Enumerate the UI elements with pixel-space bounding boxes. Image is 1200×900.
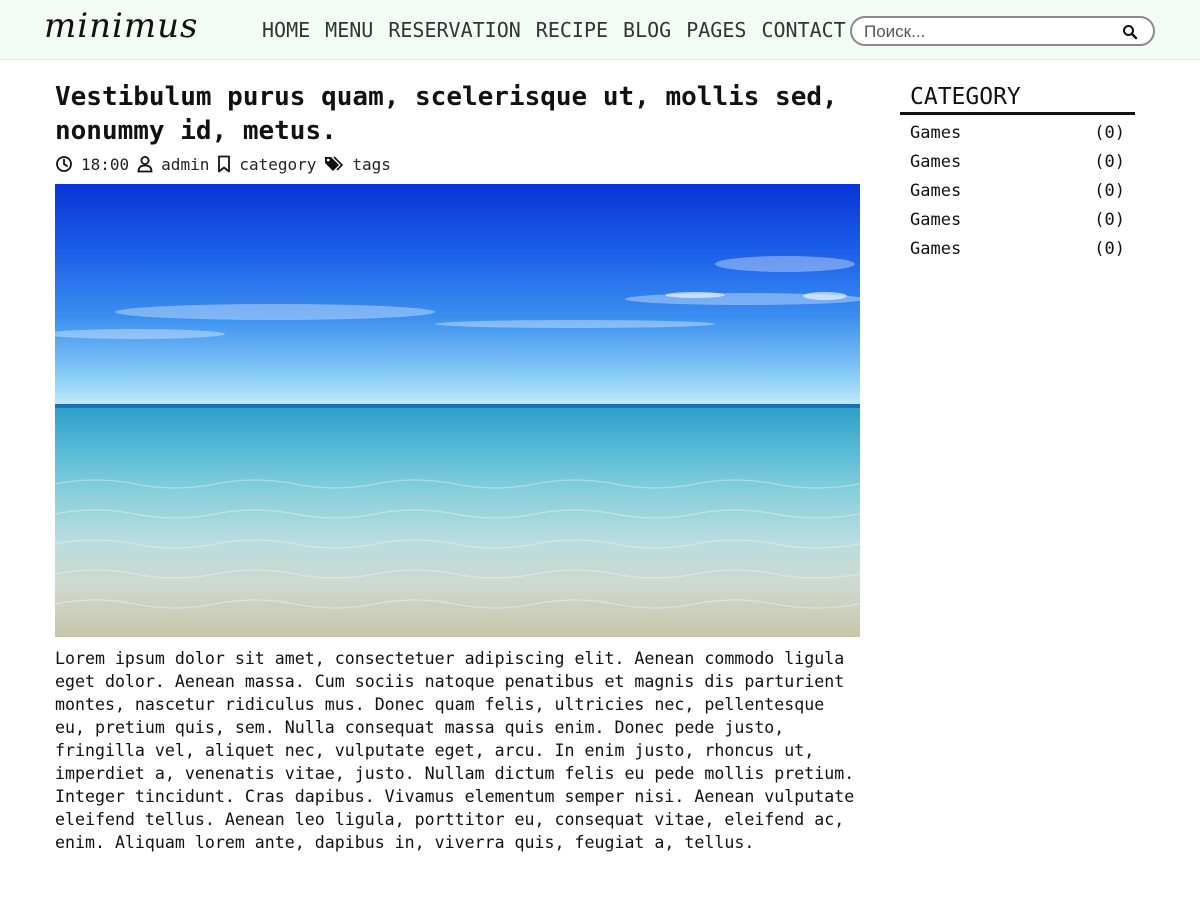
nav-item-recipe[interactable]: RECIPE: [536, 17, 608, 43]
nav-item-reservation[interactable]: RESERVATION: [388, 17, 520, 43]
beach-sea-photo: [55, 256, 860, 609]
sidebar-title: CATEGORY: [910, 84, 1021, 110]
meta-category[interactable]: category: [217, 155, 316, 174]
category-count: (0): [1094, 181, 1125, 201]
meta-time: 18:00: [55, 155, 129, 174]
post-body: Lorem ipsum dolor sit amet, consectetuer…: [55, 649, 855, 852]
category-count: (0): [1094, 210, 1125, 230]
category-count: (0): [1094, 152, 1125, 172]
post-title: Vestibulum purus quam, scelerisque ut, m…: [55, 82, 838, 146]
category-name: Games: [910, 152, 962, 172]
nav-item-home[interactable]: HOME: [262, 17, 310, 43]
sidebar-divider: [900, 112, 1135, 115]
meta-tags[interactable]: tags: [324, 155, 391, 174]
category-item[interactable]: Games (0): [910, 236, 1125, 265]
category-item[interactable]: Games (0): [910, 207, 1125, 236]
meta-tags-label: tags: [352, 154, 391, 174]
nav-item-contact[interactable]: CONTACT: [761, 17, 845, 43]
tags-icon: [325, 156, 344, 171]
category-name: Games: [910, 123, 962, 143]
search-box: [850, 16, 1155, 46]
search-icon[interactable]: [1121, 23, 1139, 41]
meta-time-label: 18:00: [81, 154, 130, 174]
site-logo[interactable]: minimus: [44, 6, 198, 46]
category-item[interactable]: Games (0): [910, 149, 1125, 178]
nav-item-menu[interactable]: MENU: [325, 17, 373, 43]
category-name: Games: [910, 210, 962, 230]
user-icon: [137, 156, 153, 173]
bookmark-icon: [218, 155, 231, 173]
category-name: Games: [910, 239, 962, 259]
nav-item-pages[interactable]: PAGES: [686, 17, 746, 43]
meta-category-label: category: [239, 154, 317, 174]
top-navbar: minimus HOME MENU RESERVATION RECIPE BLO…: [0, 0, 1200, 60]
category-item[interactable]: Games (0): [910, 120, 1125, 149]
search-input[interactable]: [864, 21, 1114, 43]
meta-author-label: admin: [161, 154, 210, 174]
post-meta: 18:00 admin category tags: [55, 153, 399, 175]
meta-author[interactable]: admin: [137, 155, 209, 174]
category-item[interactable]: Games (0): [910, 178, 1125, 207]
clock-icon: [56, 156, 72, 172]
post-image: [55, 184, 860, 637]
nav-item-blog[interactable]: BLOG: [623, 17, 671, 43]
category-list: Games (0) Games (0) Games (0) Games (0) …: [910, 120, 1125, 265]
category-count: (0): [1094, 123, 1125, 143]
main-nav: HOME MENU RESERVATION RECIPE BLOG PAGES …: [262, 17, 861, 43]
category-name: Games: [910, 181, 962, 201]
category-count: (0): [1094, 239, 1125, 259]
